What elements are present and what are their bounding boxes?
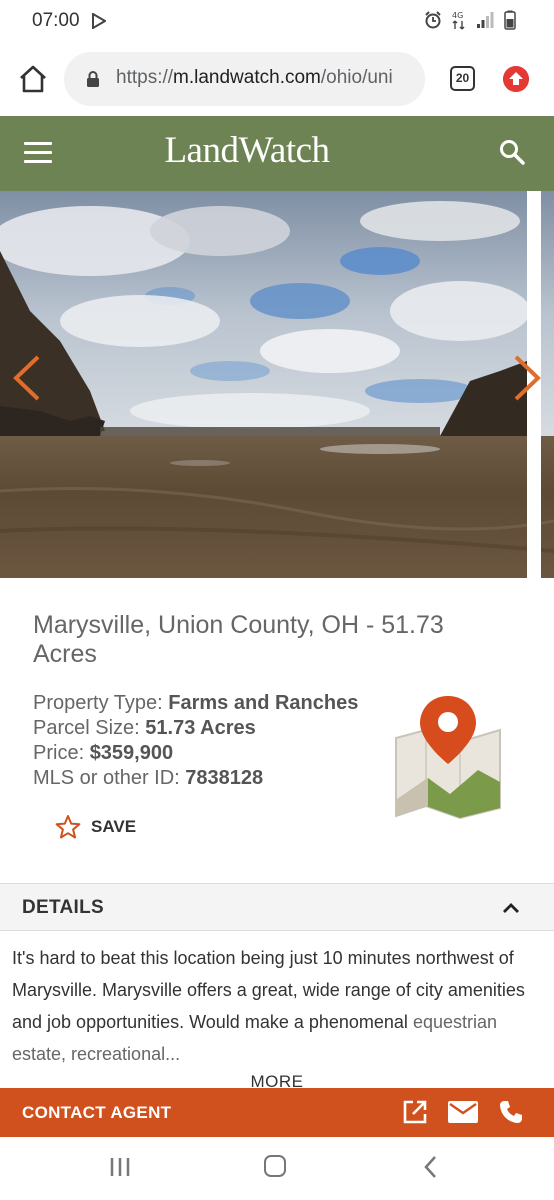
home-icon[interactable] xyxy=(18,64,48,94)
contact-agent-bar: CONTACT AGENT xyxy=(0,1088,554,1137)
chevron-left-icon[interactable] xyxy=(10,353,44,403)
property-details: Property Type: Farms and Ranches Parcel … xyxy=(33,691,358,791)
mls-label: MLS or other ID: xyxy=(33,767,186,789)
phone-icon[interactable] xyxy=(498,1099,524,1125)
signal-icon xyxy=(477,12,494,28)
status-time: 07:00 xyxy=(32,10,80,31)
save-label: SAVE xyxy=(91,817,137,836)
chevron-right-icon[interactable] xyxy=(510,353,544,403)
parcel-size-row: Parcel Size: 51.73 Acres xyxy=(33,716,358,741)
details-description: It's hard to beat this location being ju… xyxy=(12,942,546,1070)
site-logo[interactable]: LandWatch xyxy=(0,129,554,172)
mls-row: MLS or other ID: 7838128 xyxy=(33,766,358,791)
lock-icon xyxy=(87,71,99,87)
status-icons: 4G xyxy=(424,10,516,30)
save-button[interactable]: SAVE xyxy=(55,814,136,840)
system-nav-bar xyxy=(0,1137,554,1200)
property-type-row: Property Type: Farms and Ranches xyxy=(33,691,358,716)
url-text: https://m.landwatch.com/ohio/uni xyxy=(116,67,393,89)
tab-switcher-button[interactable]: 20 xyxy=(450,66,475,91)
url-path: /ohio/uni xyxy=(320,67,393,88)
landscape-image xyxy=(0,191,554,578)
listing-summary: Marysville, Union County, OH - 51.73 Acr… xyxy=(0,578,554,883)
price-value: $359,900 xyxy=(89,742,174,764)
battery-icon xyxy=(504,10,516,30)
mail-icon[interactable] xyxy=(448,1101,478,1123)
svg-text:4G: 4G xyxy=(452,11,463,20)
search-icon[interactable] xyxy=(498,138,526,166)
url-host: m.landwatch.com xyxy=(173,67,321,88)
url-prefix: https:// xyxy=(116,67,174,88)
parcel-size-label: Parcel Size: xyxy=(33,717,146,739)
alarm-icon xyxy=(425,11,441,29)
data-icon: 4G xyxy=(452,11,465,30)
external-link-icon[interactable] xyxy=(402,1099,428,1125)
property-type-value: Farms and Ranches xyxy=(168,692,359,714)
property-type-label: Property Type: xyxy=(33,692,169,714)
contact-icons xyxy=(402,1099,524,1125)
site-header: LandWatch xyxy=(0,116,554,191)
details-title: DETAILS xyxy=(22,897,104,918)
browser-toolbar: https://m.landwatch.com/ohio/uni 20 xyxy=(0,44,554,116)
recent-apps-icon[interactable] xyxy=(109,1157,131,1177)
details-accordion-header[interactable]: DETAILS xyxy=(0,883,554,931)
address-bar[interactable]: https://m.landwatch.com/ohio/uni xyxy=(64,52,425,106)
mls-value: 7838128 xyxy=(185,767,264,789)
home-button-icon[interactable] xyxy=(264,1155,286,1177)
play-icon xyxy=(92,13,106,29)
back-icon[interactable] xyxy=(423,1155,437,1179)
star-icon xyxy=(55,815,81,839)
chevron-up-icon[interactable] xyxy=(502,899,520,917)
upgrade-icon[interactable] xyxy=(503,66,529,92)
price-label: Price: xyxy=(33,742,90,764)
listing-title: Marysville, Union County, OH - 51.73 Acr… xyxy=(33,611,444,668)
parcel-size-value: 51.73 Acres xyxy=(145,717,256,739)
listing-photo[interactable] xyxy=(0,191,554,578)
contact-agent-button[interactable]: CONTACT AGENT xyxy=(22,1103,171,1123)
price-row: Price: $359,900 xyxy=(33,741,358,766)
map-pin-icon[interactable] xyxy=(388,690,508,820)
status-bar: 07:00 4G xyxy=(0,0,554,44)
